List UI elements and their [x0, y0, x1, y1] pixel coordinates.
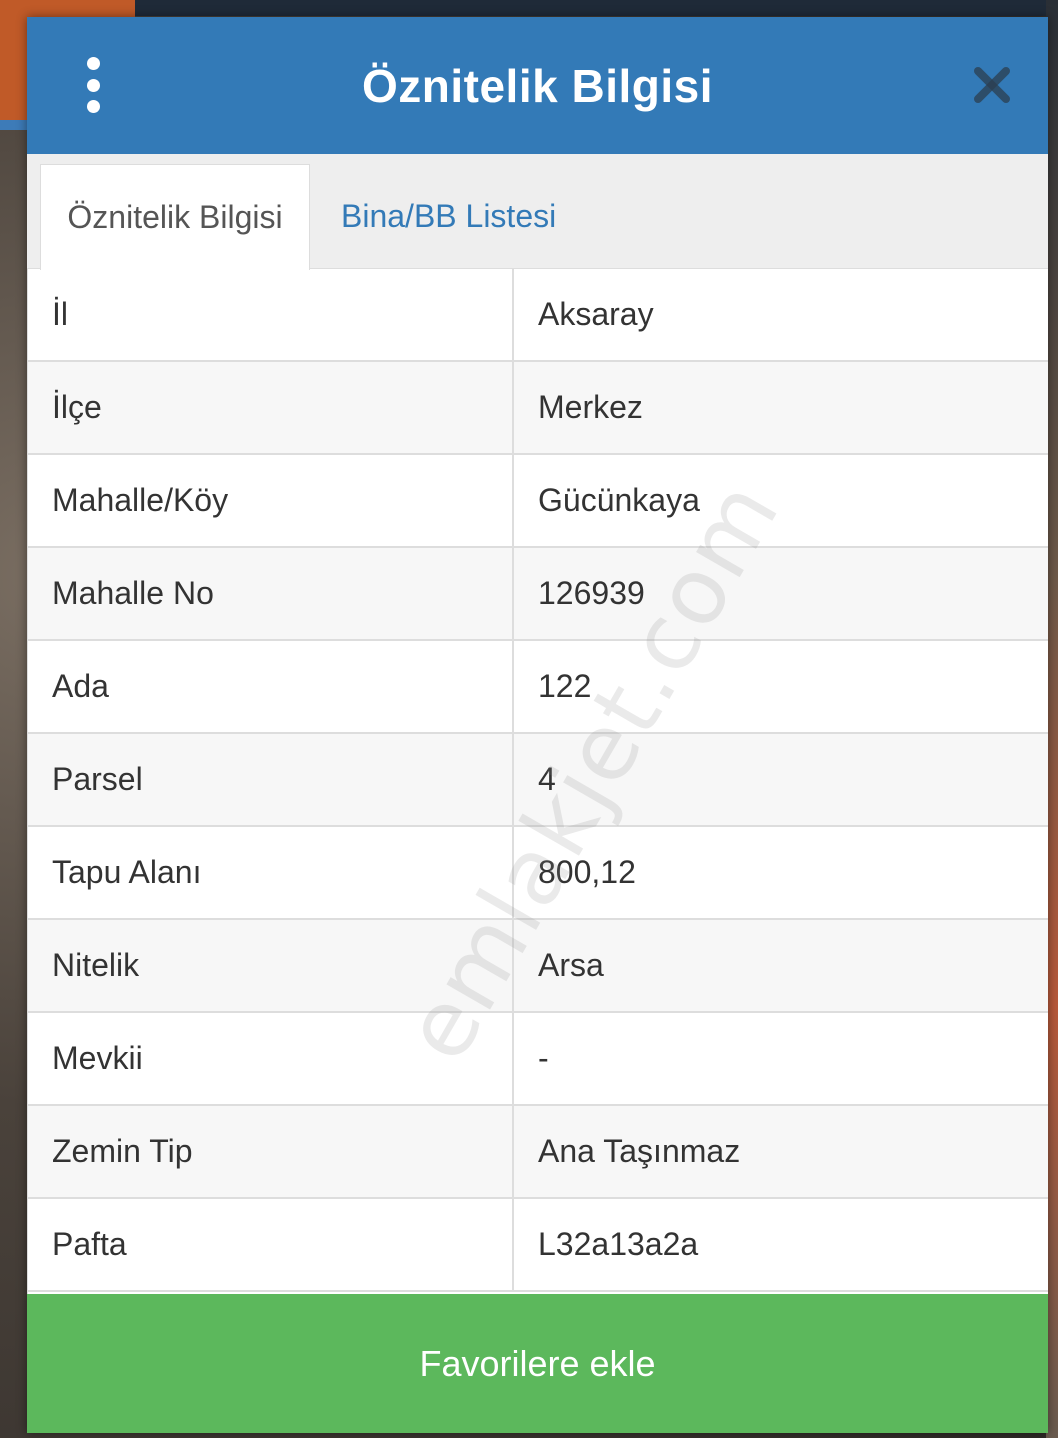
menu-dot — [86, 78, 100, 92]
row-value: 800,12 — [538, 854, 636, 890]
row-value: 4 — [538, 761, 556, 797]
tab-attribute-info[interactable]: Öznitelik Bilgisi — [40, 164, 310, 270]
map-background-blue-strip — [0, 120, 30, 130]
row-value: 122 — [538, 668, 592, 704]
vertical-dots-icon[interactable] — [79, 57, 107, 113]
row-label: Zemin Tip — [28, 1106, 514, 1197]
table-row: Mahalle No 126939 — [28, 548, 1048, 641]
table-row: İlçe Merkez — [28, 362, 1048, 455]
row-label: Nitelik — [28, 920, 514, 1011]
dialog-title: Öznitelik Bilgisi — [361, 59, 713, 112]
row-label: Mahalle No — [28, 548, 514, 639]
menu-dot — [86, 57, 100, 70]
row-label: İlçe — [28, 362, 514, 453]
row-value: - — [538, 1040, 549, 1076]
table-row: Pafta L32a13a2a — [28, 1199, 1048, 1292]
table-row: Mahalle/Köy Gücünkaya — [28, 455, 1048, 548]
menu-dot — [86, 100, 100, 113]
row-value: Ana Taşınmaz — [538, 1133, 741, 1169]
add-to-favorites-button[interactable]: Favorilere ekle — [27, 1294, 1048, 1433]
row-label: Ada — [28, 641, 514, 732]
table-row: İl Aksaray — [28, 269, 1048, 362]
row-value: L32a13a2a — [538, 1226, 699, 1262]
row-value: Aksaray — [538, 296, 654, 332]
row-label: Tapu Alanı — [28, 827, 514, 918]
table-row: Mevkii - — [28, 1013, 1048, 1106]
attribute-table: İl Aksaray İlçe Merkez Mahalle/Köy Gücün… — [27, 269, 1048, 1295]
row-value: Gücünkaya — [538, 482, 700, 518]
table-row: Ada 122 — [28, 641, 1048, 734]
table-row: Parsel 4 — [28, 734, 1048, 827]
row-label: Pafta — [28, 1199, 514, 1290]
tab-building-list[interactable]: Bina/BB Listesi — [341, 164, 556, 269]
table-row: Tapu Alanı 800,12 — [28, 827, 1048, 920]
tab-bar: Öznitelik Bilgisi Bina/BB Listesi — [27, 154, 1048, 270]
row-label: Mahalle/Köy — [28, 455, 514, 546]
table-row: Zemin Tip Ana Taşınmaz — [28, 1106, 1048, 1199]
row-value: 126939 — [538, 575, 645, 611]
row-value: Merkez — [538, 389, 643, 425]
table-row: Nitelik Arsa — [28, 920, 1048, 1013]
row-label: İl — [28, 269, 514, 360]
row-label: Mevkii — [28, 1013, 514, 1104]
attribute-info-dialog: Öznitelik Bilgisi Öznitelik Bilgisi Bina… — [27, 17, 1048, 1433]
row-label: Parsel — [28, 734, 514, 825]
row-value: Arsa — [538, 947, 604, 983]
close-icon[interactable] — [972, 65, 1012, 105]
dialog-header: Öznitelik Bilgisi — [27, 17, 1048, 154]
